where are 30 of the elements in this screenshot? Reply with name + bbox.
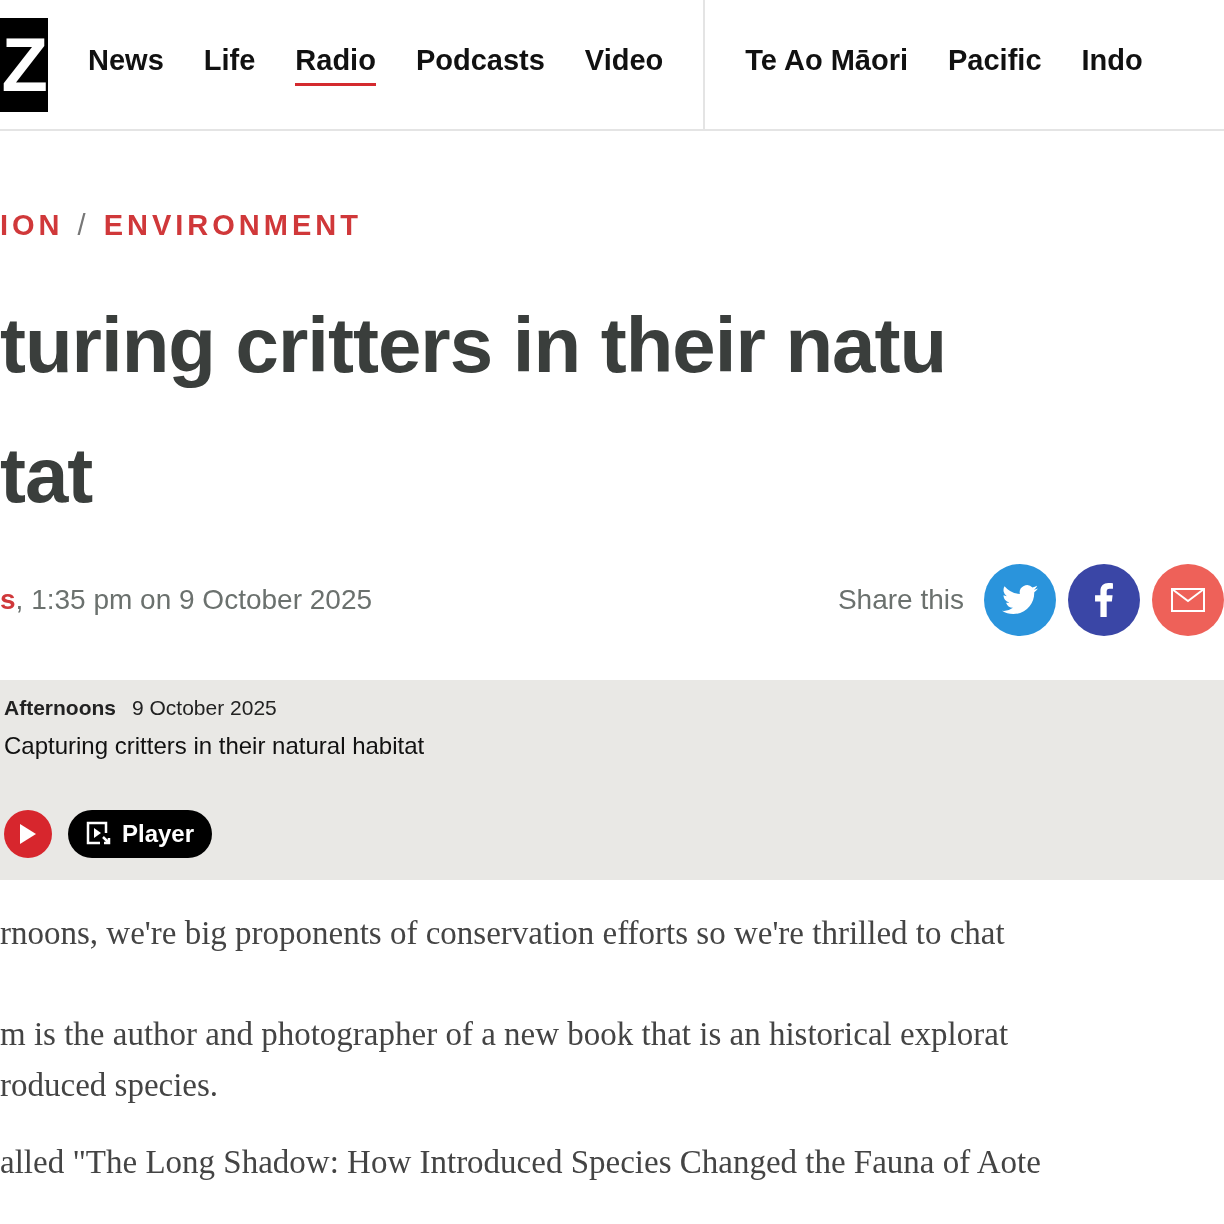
breadcrumb-link[interactable]: ION xyxy=(0,209,64,242)
nav-tab[interactable]: Podcasts xyxy=(415,43,545,86)
nav-tab[interactable]: Pacific xyxy=(948,43,1042,86)
nav-tab[interactable]: Te Ao Māori xyxy=(745,43,908,86)
player-button[interactable]: Player xyxy=(68,810,213,858)
play-button[interactable] xyxy=(4,810,52,858)
byline: s, 1:35 pm on 9 October 2025 xyxy=(0,584,373,616)
breadcrumb-separator: / xyxy=(77,209,90,242)
nav-tab[interactable]: Indo xyxy=(1081,43,1143,86)
envelope-icon xyxy=(1171,588,1205,612)
nav-tab[interactable]: Life xyxy=(203,43,256,86)
popout-icon xyxy=(86,821,112,847)
article-paragraph: rnoons, we're big proponents of conservation efforts so we're thrilled to chat xyxy=(0,914,1006,953)
audio-title: Capturing critters in their natural habitat xyxy=(4,732,426,760)
article-paragraph: m is the author and photographer of a new book that is an historical explorat roduced species. xyxy=(0,1015,1010,1105)
facebook-icon xyxy=(1095,583,1113,617)
nav-tab[interactable]: Radio xyxy=(295,43,376,86)
share-label: Share this xyxy=(837,584,964,616)
breadcrumb-link[interactable]: ENVIRONMENT xyxy=(103,209,362,242)
nav-tab[interactable]: Video xyxy=(584,43,664,86)
programme-name: Afternoons xyxy=(4,696,116,720)
logo[interactable]: Z xyxy=(0,17,48,112)
audio-date: 9 October 2025 xyxy=(132,696,277,720)
nav-tab[interactable]: News xyxy=(88,43,164,86)
play-icon xyxy=(19,823,37,845)
author-link[interactable]: s xyxy=(0,584,16,615)
article-paragraph: alled "The Long Shadow: How Introduced Species Changed the Fauna of Aote xyxy=(0,1143,1042,1182)
headline: tat xyxy=(0,430,94,521)
headline: turing critters in their natu xyxy=(0,300,948,391)
bird-icon xyxy=(1002,585,1038,615)
